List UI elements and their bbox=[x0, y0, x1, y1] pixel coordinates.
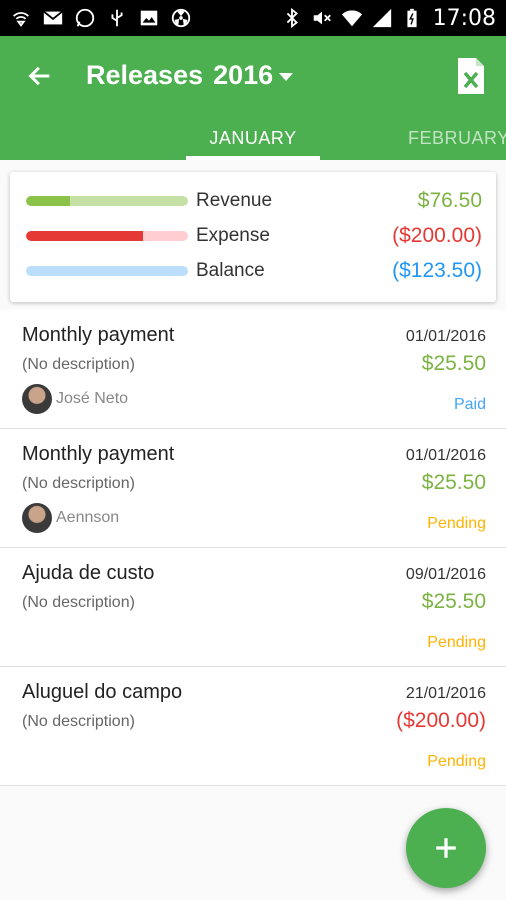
release-user: José Neto bbox=[22, 384, 128, 414]
page-title: Releases 2016 bbox=[86, 60, 294, 91]
avatar bbox=[22, 503, 52, 533]
clock: 17:08 bbox=[432, 5, 496, 31]
notification-icons bbox=[10, 7, 192, 29]
signal-icon bbox=[371, 7, 393, 29]
balance-bar bbox=[26, 266, 188, 276]
summary-row-revenue: Revenue $76.50 bbox=[26, 186, 482, 216]
release-date: 01/01/2016 bbox=[405, 447, 486, 464]
status-bar: 17:08 bbox=[0, 0, 506, 36]
release-amount: $25.50 bbox=[421, 352, 486, 375]
add-release-button[interactable] bbox=[406, 808, 486, 888]
release-title: Aluguel do campo bbox=[22, 681, 183, 703]
release-date: 21/01/2016 bbox=[405, 685, 486, 702]
revenue-label: Revenue bbox=[196, 190, 273, 211]
release-description: (No description) bbox=[22, 713, 135, 730]
whatsapp-icon bbox=[74, 7, 96, 29]
list-item[interactable]: Aluguel do campo 21/01/2016 (No descript… bbox=[0, 667, 506, 786]
export-excel-button[interactable] bbox=[454, 56, 488, 96]
balance-amount: ($123.50) bbox=[392, 259, 482, 282]
excel-export-icon bbox=[458, 58, 484, 94]
list-item[interactable]: Ajuda de custo 09/01/2016 (No descriptio… bbox=[0, 548, 506, 667]
year-dropdown[interactable]: 2016 bbox=[213, 60, 294, 91]
month-tabs: JANUARY FEBRUARY bbox=[0, 120, 506, 160]
status-label: Paid bbox=[453, 396, 486, 413]
release-title: Monthly payment bbox=[22, 443, 175, 465]
wifi-icon bbox=[341, 7, 363, 29]
wifi-hotspot-icon bbox=[10, 7, 32, 29]
revenue-bar-fill bbox=[26, 196, 70, 206]
release-date: 09/01/2016 bbox=[405, 566, 486, 583]
status-label: Pending bbox=[427, 753, 486, 770]
status-label: Pending bbox=[427, 634, 486, 651]
release-date: 01/01/2016 bbox=[405, 328, 486, 345]
arrow-back-icon bbox=[28, 66, 50, 86]
expense-bar bbox=[26, 231, 188, 241]
list-item[interactable]: Monthly payment 01/01/2016 (No descripti… bbox=[0, 429, 506, 548]
expense-bar-fill bbox=[26, 231, 143, 241]
expense-amount: ($200.00) bbox=[392, 224, 482, 247]
radiation-icon bbox=[170, 7, 192, 29]
expense-label: Expense bbox=[196, 225, 270, 246]
avatar bbox=[22, 384, 52, 414]
mail-icon bbox=[42, 7, 64, 29]
summary-row-expense: Expense ($200.00) bbox=[26, 221, 482, 251]
releases-list: Monthly payment 01/01/2016 (No descripti… bbox=[0, 310, 506, 786]
content-area: Revenue $76.50 Expense ($200.00) Balance… bbox=[0, 160, 506, 900]
user-name: Aennson bbox=[56, 509, 120, 526]
release-title: Ajuda de custo bbox=[22, 562, 155, 584]
tab-january[interactable]: JANUARY bbox=[186, 128, 320, 149]
release-title: Monthly payment bbox=[22, 324, 175, 346]
title-text: Releases bbox=[86, 60, 204, 90]
system-icons: 17:08 bbox=[281, 6, 496, 31]
balance-label: Balance bbox=[196, 260, 265, 281]
mute-icon bbox=[311, 7, 333, 29]
revenue-bar bbox=[26, 196, 188, 206]
summary-card: Revenue $76.50 Expense ($200.00) Balance… bbox=[10, 172, 496, 302]
release-user: Aennson bbox=[22, 503, 119, 533]
user-name: José Neto bbox=[56, 390, 129, 407]
year-value: 2016 bbox=[213, 60, 274, 90]
release-amount: $25.50 bbox=[421, 471, 486, 494]
release-amount: $25.50 bbox=[421, 590, 486, 613]
back-button[interactable] bbox=[22, 58, 58, 94]
bluetooth-icon bbox=[281, 7, 303, 29]
summary-row-balance: Balance ($123.50) bbox=[26, 256, 482, 286]
list-item[interactable]: Monthly payment 01/01/2016 (No descripti… bbox=[0, 310, 506, 429]
status-label: Pending bbox=[427, 515, 486, 532]
release-description: (No description) bbox=[22, 594, 135, 611]
dropdown-arrow-icon bbox=[279, 72, 294, 81]
release-description: (No description) bbox=[22, 475, 135, 492]
release-amount: ($200.00) bbox=[396, 709, 486, 732]
app-bar: Releases 2016 JANUARY FEBRUARY bbox=[0, 36, 506, 160]
gallery-icon bbox=[138, 7, 160, 29]
release-description: (No description) bbox=[22, 356, 135, 373]
add-icon bbox=[436, 838, 456, 858]
usb-icon bbox=[106, 7, 128, 29]
revenue-amount: $76.50 bbox=[417, 189, 482, 212]
tab-february[interactable]: FEBRUARY bbox=[408, 128, 506, 149]
battery-icon bbox=[401, 7, 423, 29]
